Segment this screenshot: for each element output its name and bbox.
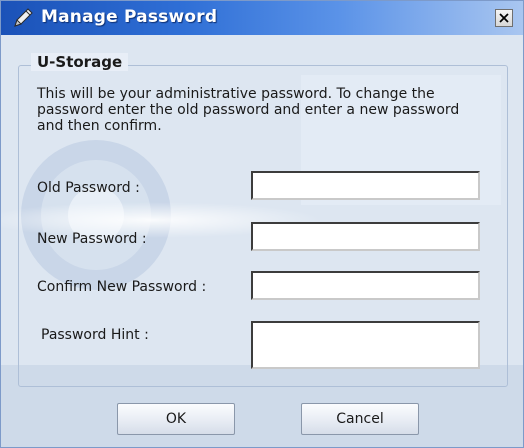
new-password-input[interactable]: [251, 222, 480, 251]
password-hint-input[interactable]: [251, 321, 480, 369]
confirm-password-label: Confirm New Password :: [37, 279, 207, 295]
ok-button[interactable]: OK: [117, 403, 235, 435]
old-password-label: Old Password :: [37, 180, 140, 196]
new-password-label: New Password :: [37, 231, 147, 247]
description-text: This will be your administrative passwor…: [37, 86, 460, 134]
pencil-icon: [11, 6, 35, 30]
title-bar[interactable]: Manage Password: [1, 1, 523, 35]
manage-password-dialog: Manage Password U-Storage This will be y…: [0, 0, 524, 448]
dialog-title: Manage Password: [41, 7, 218, 27]
close-icon: [499, 13, 509, 23]
groupbox-title: U-Storage: [31, 53, 129, 71]
confirm-password-input[interactable]: [251, 271, 480, 300]
close-button[interactable]: [495, 9, 513, 27]
old-password-input[interactable]: [251, 171, 480, 200]
password-hint-label: Password Hint :: [41, 327, 149, 343]
cancel-button[interactable]: Cancel: [301, 403, 419, 435]
